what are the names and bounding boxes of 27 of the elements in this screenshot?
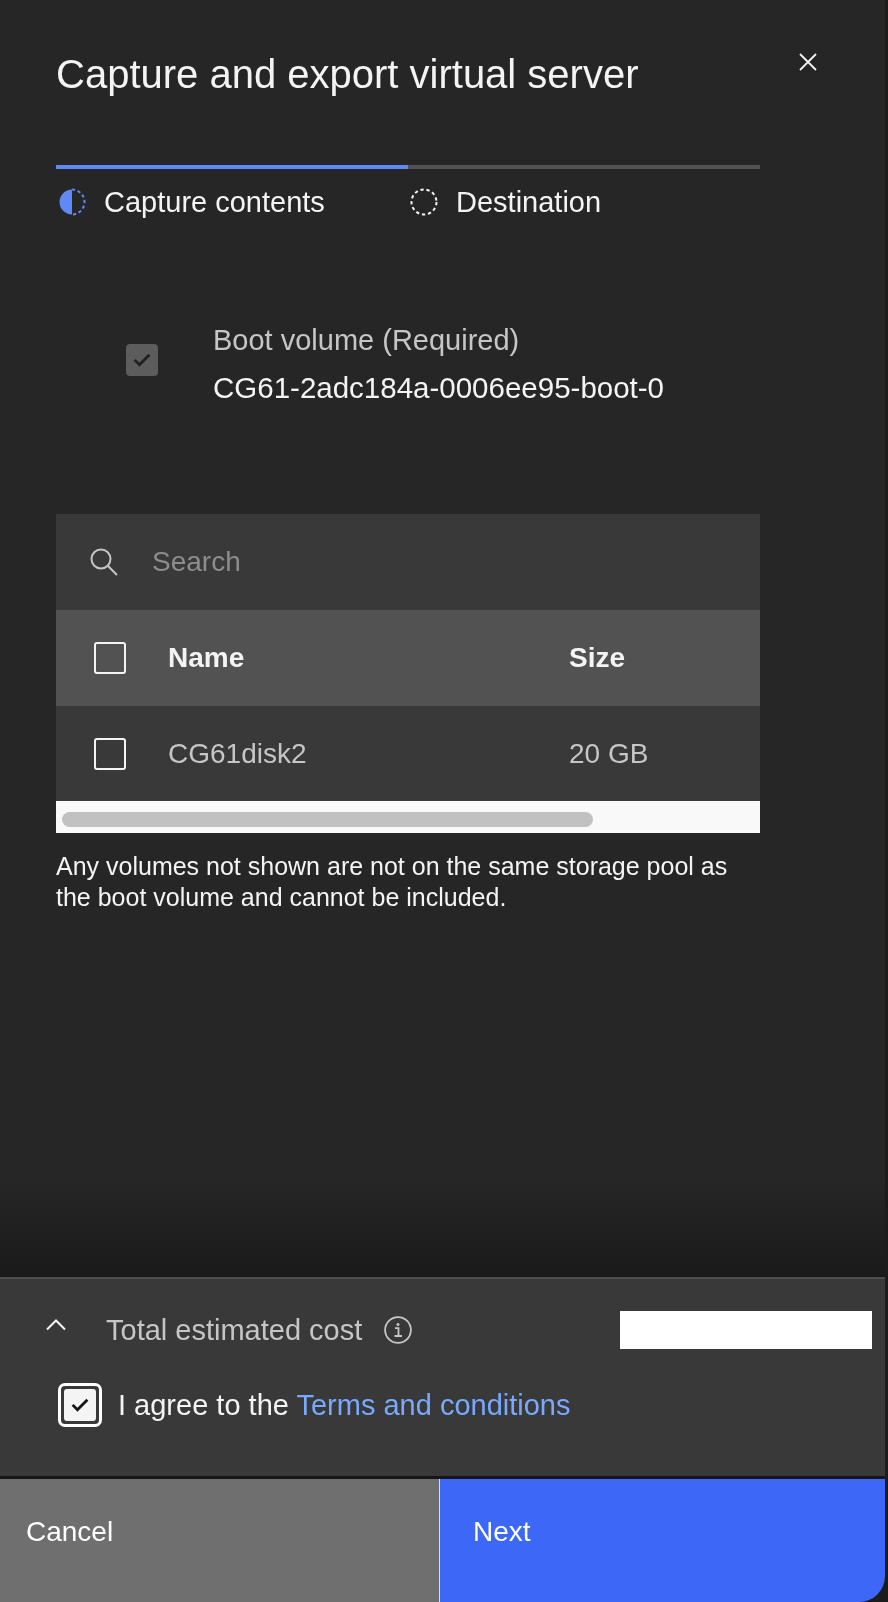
terms-link[interactable]: Terms and conditions <box>296 1389 571 1421</box>
secondary-button[interactable]: Cancel <box>0 1479 439 1602</box>
volume-name: CG61-2adc184a-0006ee95-boot-0 <box>213 370 665 406</box>
table-cell-text: 20 GB <box>569 737 650 770</box>
step-label: Capture contents <box>104 187 325 217</box>
column-header: Name <box>168 642 246 674</box>
agreement-text: I agree to the Terms and conditions <box>118 1388 571 1422</box>
help-text: Any volumes not shown are not on the same storage pool as the boot volume and cannot be included. <box>56 851 729 913</box>
checkbox[interactable] <box>94 642 126 674</box>
step-label: Destination <box>456 187 602 217</box>
chevron-up-icon[interactable] <box>46 1319 66 1331</box>
checkmark-icon <box>71 1398 89 1412</box>
cost-label: Total estimated cost <box>106 1313 363 1348</box>
search-field[interactable]: Search <box>56 514 760 610</box>
modal-title: Capture and export virtual server <box>56 51 639 98</box>
horizontal-scrollbar[interactable] <box>56 801 760 833</box>
close-icon[interactable] <box>799 53 817 71</box>
info-icon[interactable] <box>384 1316 413 1344</box>
primary-button[interactable]: Next <box>439 1479 885 1602</box>
search-icon <box>90 548 118 576</box>
table-cell-text: CG61disk2 <box>168 737 308 770</box>
table-row[interactable]: CG61disk2 20 GB <box>56 706 760 801</box>
checkmark-icon <box>133 353 151 367</box>
checkbox[interactable] <box>94 737 126 770</box>
field-label: Boot volume (Required) <box>213 323 521 358</box>
column-header: Size <box>569 642 627 674</box>
scrollbar-thumb[interactable] <box>62 812 593 827</box>
